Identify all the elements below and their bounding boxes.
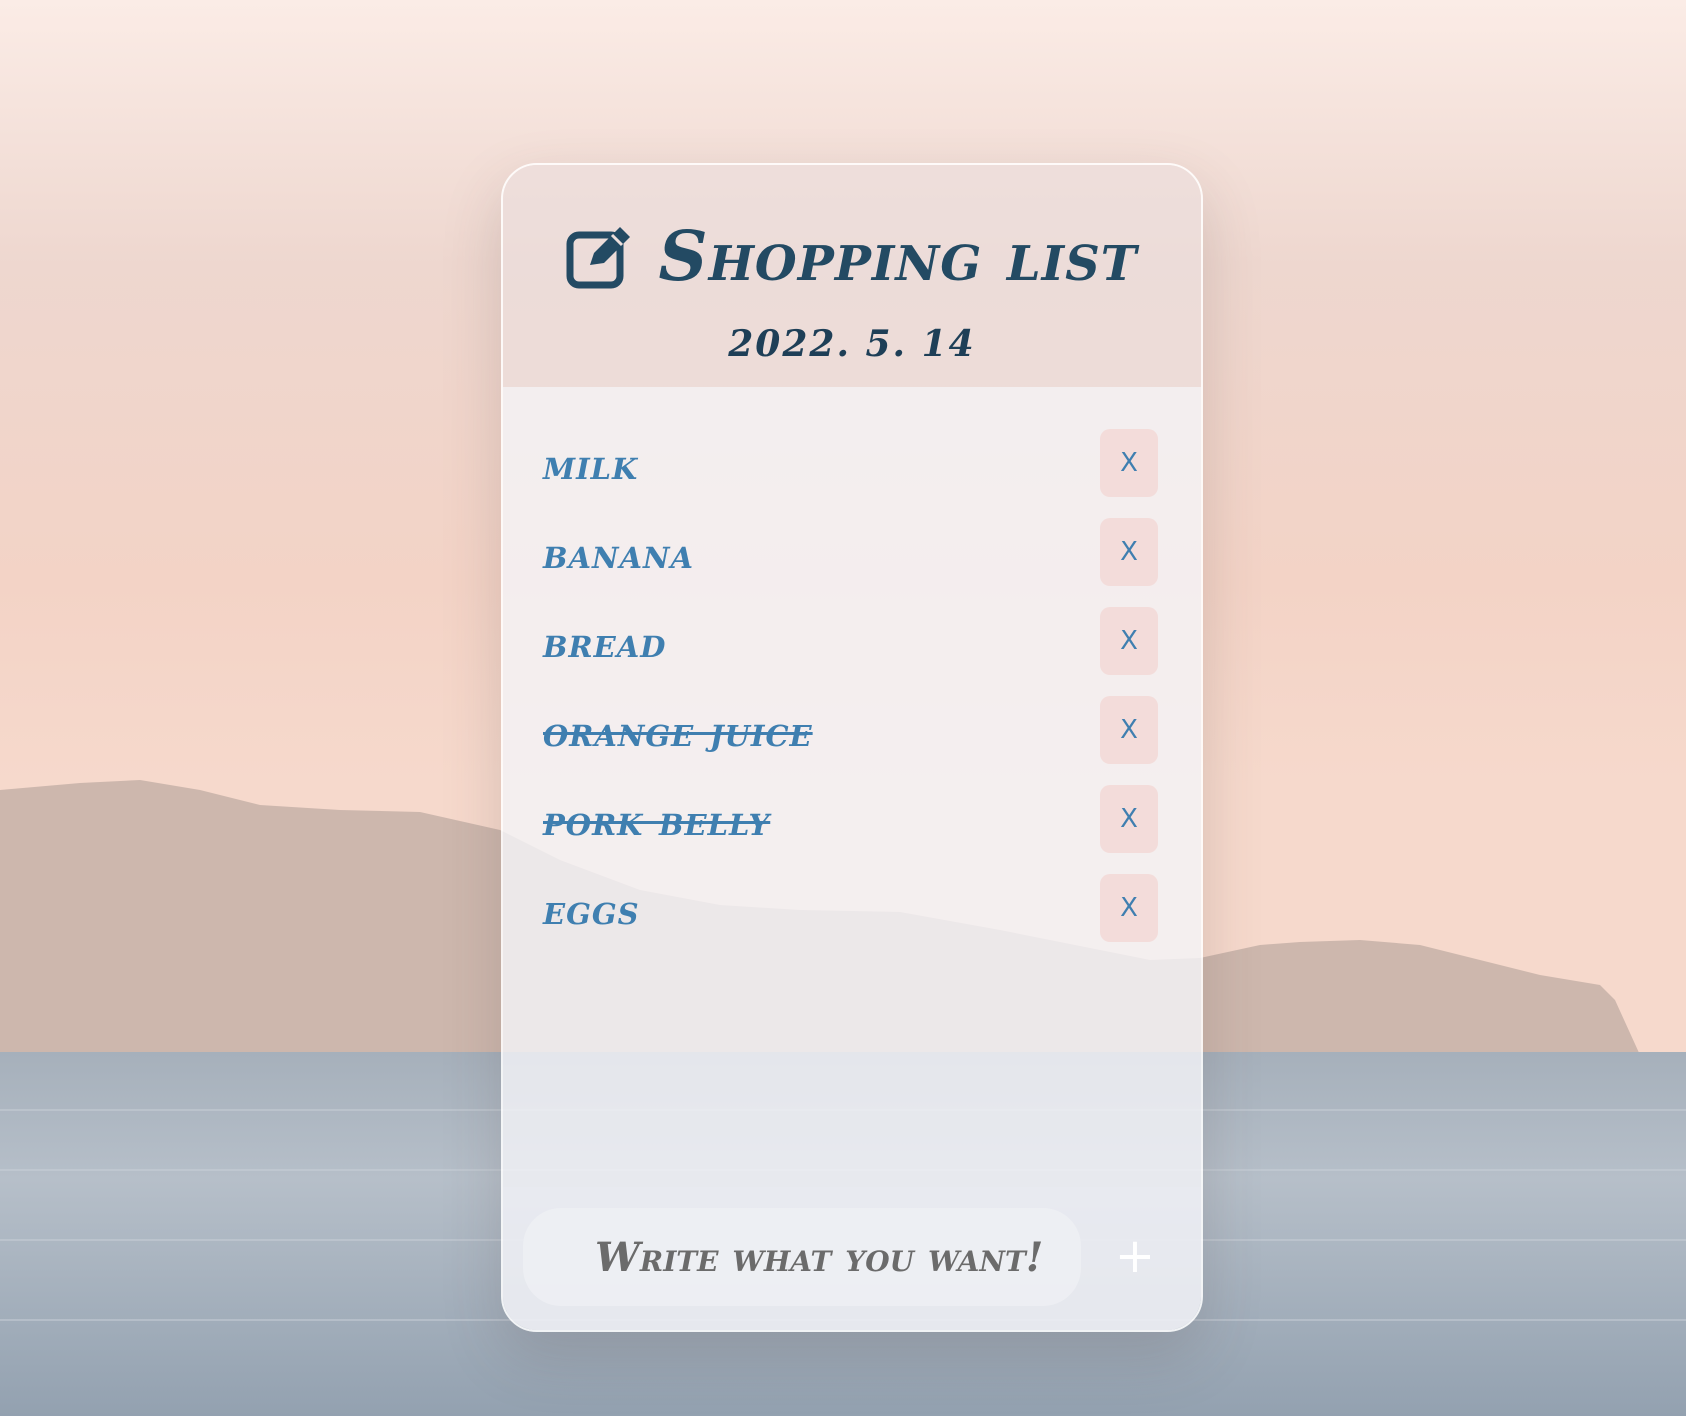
page-title: Shopping list	[658, 217, 1138, 297]
list-item[interactable]: eggs X	[503, 873, 1201, 962]
delete-item-button[interactable]: X	[1100, 607, 1158, 675]
shopping-list-card: Shopping list 2022. 5. 14 milk Xbanana Xbr…	[501, 163, 1203, 1332]
add-item-button[interactable]: +	[1107, 1228, 1163, 1284]
edit-icon	[566, 223, 634, 291]
title-row: Shopping list	[503, 217, 1201, 297]
shopping-list: milk Xbanana Xbread Xorange juice Xpork bell…	[503, 428, 1201, 962]
list-item[interactable]: pork belly X	[503, 784, 1201, 873]
delete-item-button[interactable]: X	[1100, 874, 1158, 942]
item-label[interactable]: milk	[543, 440, 638, 489]
list-item[interactable]: orange juice X	[503, 695, 1201, 784]
new-item-input[interactable]	[523, 1208, 1081, 1306]
delete-item-button[interactable]: X	[1100, 696, 1158, 764]
item-label[interactable]: orange juice	[543, 707, 813, 756]
item-label[interactable]: bread	[543, 618, 666, 667]
delete-item-button[interactable]: X	[1100, 518, 1158, 586]
delete-item-button[interactable]: X	[1100, 429, 1158, 497]
list-item[interactable]: banana X	[503, 517, 1201, 606]
item-label[interactable]: banana	[543, 529, 694, 578]
list-item[interactable]: milk X	[503, 428, 1201, 517]
item-label[interactable]: pork belly	[543, 796, 770, 845]
delete-item-button[interactable]: X	[1100, 785, 1158, 853]
item-label[interactable]: eggs	[543, 885, 640, 934]
date-label: 2022. 5. 14	[728, 323, 976, 365]
list-item[interactable]: bread X	[503, 606, 1201, 695]
